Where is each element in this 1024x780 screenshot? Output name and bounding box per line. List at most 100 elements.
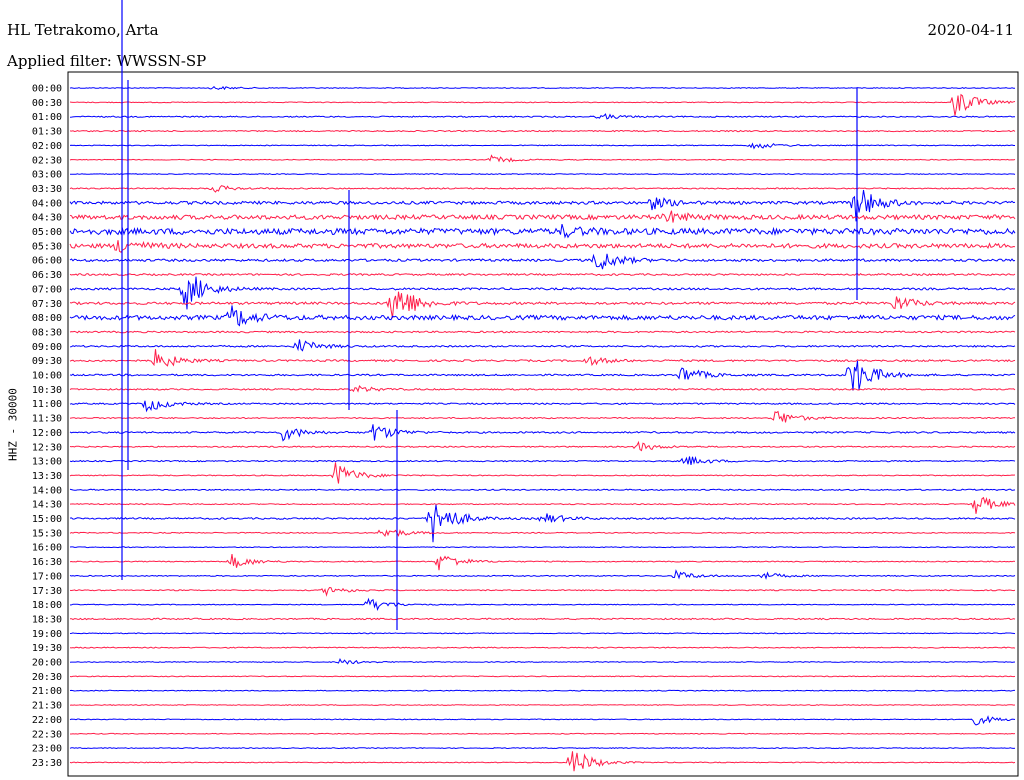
trace-line <box>69 142 1015 150</box>
row-label: 23:00 <box>32 744 62 755</box>
row-label: 03:30 <box>32 184 62 195</box>
row-label: 09:00 <box>32 342 62 353</box>
row-label: 22:30 <box>32 729 62 740</box>
trace-line <box>69 462 1016 484</box>
row-label: 03:00 <box>32 170 62 181</box>
row-label: 16:00 <box>32 543 62 554</box>
trace-line <box>69 658 1016 665</box>
trace-line <box>69 305 1016 327</box>
row-label: 02:30 <box>32 155 62 166</box>
trace-line <box>69 496 1016 514</box>
row-label: 01:30 <box>32 127 62 138</box>
trace-line <box>69 276 1016 310</box>
trace-line <box>69 586 1016 597</box>
row-label: 06:30 <box>32 270 62 281</box>
trace-line <box>70 732 1016 735</box>
row-label: 06:00 <box>32 256 62 267</box>
row-label: 04:00 <box>32 198 62 209</box>
trace-line <box>69 597 1016 612</box>
trace-line <box>69 240 1016 253</box>
row-label: 15:00 <box>32 514 62 525</box>
trace-line <box>70 617 1016 621</box>
trace-line <box>69 400 1016 413</box>
row-label: 12:30 <box>32 442 62 453</box>
trace-line <box>69 689 1015 692</box>
row-label: 08:00 <box>32 313 62 324</box>
row-label: 13:30 <box>32 471 62 482</box>
row-label: 21:30 <box>32 701 62 712</box>
row-label: 11:30 <box>32 414 62 425</box>
traces-group <box>69 0 1016 772</box>
trace-line <box>69 747 1016 750</box>
row-label: 15:30 <box>32 528 62 539</box>
trace-line <box>69 440 1016 452</box>
row-label: 09:30 <box>32 356 62 367</box>
trace-line <box>69 646 1016 649</box>
row-label: 20:30 <box>32 672 62 683</box>
trace-line <box>69 488 1016 492</box>
row-label: 11:00 <box>32 399 62 410</box>
row-label: 16:30 <box>32 557 62 568</box>
trace-line <box>69 272 1016 277</box>
trace-line <box>69 291 1016 319</box>
trace-line <box>69 410 1015 423</box>
trace-line <box>69 554 1016 571</box>
row-label: 23:30 <box>32 758 62 769</box>
row-label: 01:00 <box>32 112 62 123</box>
row-label: 22:00 <box>32 715 62 726</box>
trace-line <box>69 113 1015 120</box>
row-label: 19:00 <box>32 629 62 640</box>
trace-line <box>69 675 1016 678</box>
helicorder-plot: 00:00 00:30 01:00 01:30 02:00 02:30 03:00 03:30… <box>32 0 1019 777</box>
row-label: 14:30 <box>32 500 62 511</box>
row-label: 08:30 <box>32 327 62 338</box>
trace-line <box>69 751 1016 772</box>
row-label: 07:00 <box>32 284 62 295</box>
row-label: 18:30 <box>32 614 62 625</box>
row-label: 18:00 <box>32 600 62 611</box>
trace-line <box>69 85 1015 91</box>
trace-line <box>69 223 1016 239</box>
trace-line <box>69 93 1016 116</box>
trace-line <box>69 154 1016 163</box>
trace-line <box>69 253 1016 270</box>
trace-line <box>69 704 1016 706</box>
trace-line <box>69 456 1016 465</box>
trace-line <box>69 349 1016 367</box>
row-label: 17:00 <box>32 571 62 582</box>
trace-line <box>69 129 1016 133</box>
trace-line <box>69 546 1016 549</box>
row-label: 20:00 <box>32 658 62 669</box>
row-label: 00:30 <box>32 98 62 109</box>
trace-line <box>69 385 1016 393</box>
row-label: 10:00 <box>32 371 62 382</box>
trace-line <box>69 173 1016 176</box>
row-label: 19:30 <box>32 643 62 654</box>
row-label: 12:00 <box>32 428 62 439</box>
row-label: 17:30 <box>32 586 62 597</box>
row-label: 04:30 <box>32 213 62 224</box>
plot-frame <box>67 71 1019 777</box>
trace-line <box>69 189 1016 222</box>
trace-line <box>69 504 1016 543</box>
row-label: 05:00 <box>32 227 62 238</box>
trace-line <box>69 360 1016 391</box>
trace-line <box>69 569 1016 580</box>
row-label: 14:00 <box>32 485 62 496</box>
trace-line <box>69 632 1016 635</box>
row-label: 02:00 <box>32 141 62 152</box>
trace-line <box>69 424 1016 442</box>
trace-line <box>69 210 1016 223</box>
trace-line <box>69 185 1016 193</box>
row-label: 07:30 <box>32 299 62 310</box>
row-label: 21:00 <box>32 686 62 697</box>
trace-line <box>69 529 1016 537</box>
trace-line <box>69 339 1016 352</box>
row-labels-group: 00:00 00:30 01:00 01:30 02:00 02:30 03:00 03:30… <box>32 84 62 769</box>
row-label: 10:30 <box>32 385 62 396</box>
row-label: 13:00 <box>32 457 62 468</box>
trace-line <box>69 715 1016 726</box>
trace-line <box>69 330 1016 334</box>
row-label: 05:30 <box>32 241 62 252</box>
row-label: 00:00 <box>32 84 62 95</box>
